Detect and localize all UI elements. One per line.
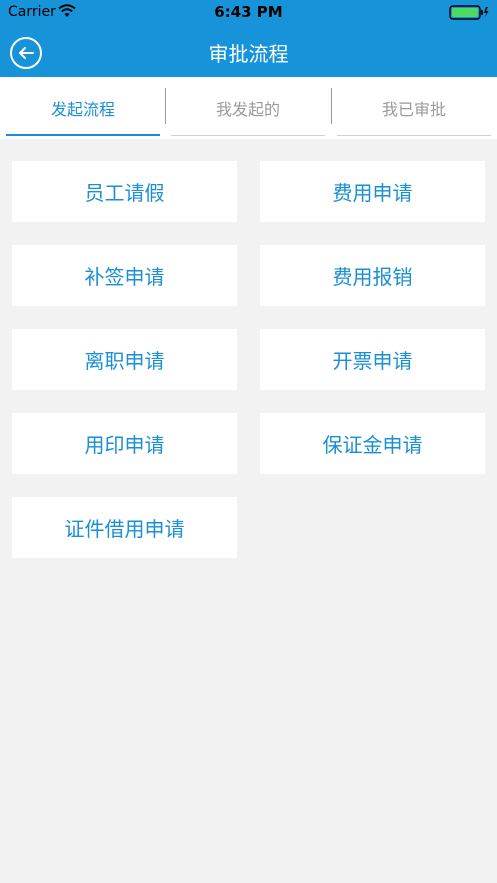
deposit-request-button[interactable]: 保证金申请	[260, 413, 485, 474]
status-bar: Carrier 6:43 PM	[0, 0, 497, 24]
tab-initiate-process[interactable]: 发起流程	[6, 77, 160, 139]
resignation-request-button[interactable]: 离职申请	[12, 329, 237, 390]
tab-divider	[165, 88, 166, 124]
tab-underline-active	[6, 134, 160, 136]
tab-divider	[331, 88, 332, 124]
expense-request-button[interactable]: 费用申请	[260, 161, 485, 222]
battery-icon	[449, 5, 489, 24]
certificate-borrow-button[interactable]: 证件借用申请	[12, 497, 237, 558]
tab-my-initiated[interactable]: 我发起的	[171, 77, 325, 139]
invoice-request-button[interactable]: 开票申请	[260, 329, 485, 390]
expense-reimbursement-button[interactable]: 费用报销	[260, 245, 485, 306]
seal-request-button[interactable]: 用印申请	[12, 413, 237, 474]
tab-underline	[171, 135, 325, 136]
tab-bar: 发起流程 我发起的 我已审批	[0, 77, 497, 139]
header: Carrier 6:43 PM 审批流程	[0, 0, 497, 77]
tab-underline	[337, 135, 491, 136]
attendance-correction-button[interactable]: 补签申请	[12, 245, 237, 306]
nav-bar: 审批流程	[0, 24, 497, 77]
leave-request-button[interactable]: 员工请假	[12, 161, 237, 222]
clock: 6:43 PM	[214, 3, 283, 21]
tab-my-approved[interactable]: 我已审批	[337, 77, 491, 139]
page-title: 审批流程	[208, 42, 289, 66]
